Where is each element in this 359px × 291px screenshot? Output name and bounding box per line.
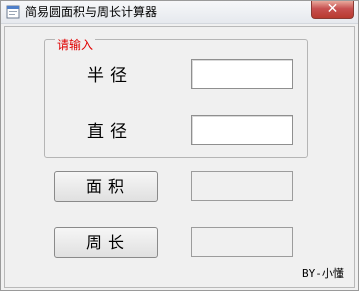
input-group-legend: 请输入 (55, 38, 96, 52)
app-window: 简易圆面积与周长计算器 ✕ 请输入 半径 直径 面积 周长 BY-小懂 (0, 0, 359, 291)
area-button[interactable]: 面积 (54, 171, 158, 202)
perimeter-button[interactable]: 周长 (54, 227, 158, 258)
title-bar[interactable]: 简易圆面积与周长计算器 ✕ (1, 1, 358, 24)
close-icon: ✕ (326, 1, 339, 17)
radius-input[interactable] (191, 59, 293, 89)
close-button[interactable]: ✕ (311, 1, 354, 19)
diameter-input[interactable] (191, 115, 293, 145)
radius-label: 半径 (87, 66, 133, 86)
app-icon (6, 5, 20, 19)
perimeter-result-field (191, 227, 293, 257)
window-title: 简易圆面积与周长计算器 (25, 5, 158, 19)
author-credit: BY-小懂 (302, 267, 344, 280)
diameter-label: 直径 (87, 122, 133, 142)
area-result-field (191, 171, 293, 201)
